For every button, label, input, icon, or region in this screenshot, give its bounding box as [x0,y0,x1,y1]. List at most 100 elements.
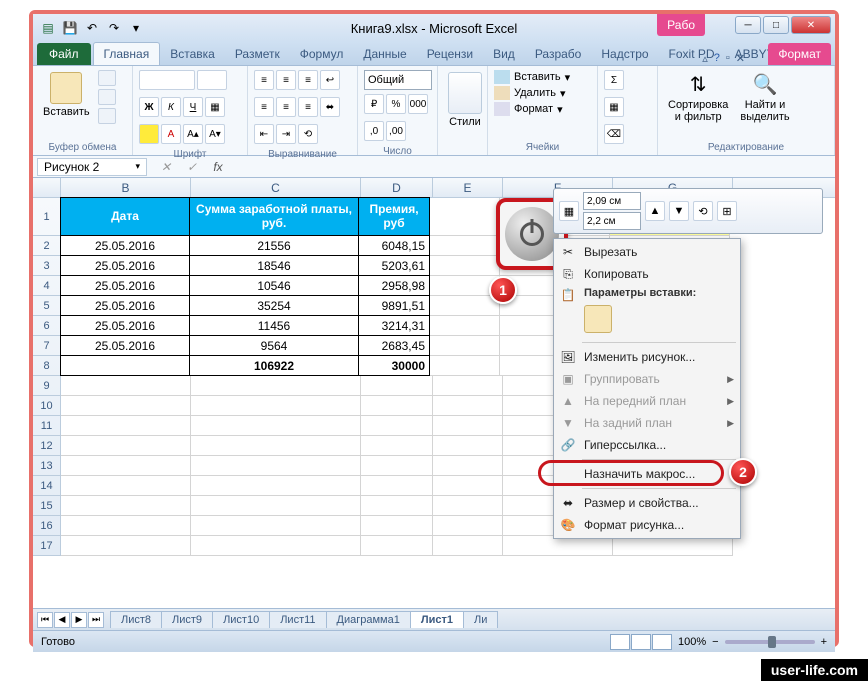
row-header[interactable]: 15 [33,496,61,516]
cell[interactable] [430,316,500,336]
rotate-icon[interactable]: ⟲ [693,201,713,221]
row-header[interactable]: 5 [33,296,61,316]
cell[interactable] [191,516,361,536]
fill-button[interactable]: ▦ [604,97,624,117]
cells-delete-button[interactable]: Удалить ▾ [494,86,570,100]
copy-icon[interactable] [98,89,116,105]
cell[interactable] [61,436,191,456]
cell-bonus[interactable]: 2958,98 [358,275,430,296]
cell-salary[interactable]: 9564 [189,335,359,356]
cell[interactable] [430,236,500,256]
paste-button[interactable]: Вставить [39,70,94,120]
shrink-font-button[interactable]: A▾ [205,124,225,144]
name-box[interactable]: Рисунок 2▾ [37,158,147,176]
row-header[interactable]: 8 [33,356,61,376]
zoom-percent[interactable]: 100% [678,636,706,648]
tab-review[interactable]: Рецензи [417,43,483,65]
font-color-button[interactable]: A [161,124,181,144]
underline-button[interactable]: Ч [183,97,203,117]
tab-format[interactable]: Формат [768,43,831,65]
zoom-slider[interactable] [725,640,815,644]
cell[interactable] [191,476,361,496]
cut-icon[interactable] [98,70,116,86]
zoom-out-button[interactable]: − [712,636,718,648]
cell[interactable] [61,496,191,516]
col-header-d[interactable]: D [361,178,433,197]
border-button[interactable]: ▦ [205,97,225,117]
cell-date[interactable]: 25.05.2016 [60,295,190,316]
cell-bonus[interactable]: 3214,31 [358,315,430,336]
sheet-tab[interactable]: Ли [463,611,498,628]
number-format-select[interactable]: Общий [364,70,432,90]
cell[interactable] [433,436,503,456]
redo-icon[interactable]: ↷ [105,19,123,37]
cell[interactable] [430,198,500,236]
align-icon-tb[interactable]: ⊞ [717,201,737,221]
cell-date[interactable]: 25.05.2016 [60,335,190,356]
cell[interactable] [61,516,191,536]
italic-button[interactable]: К [161,97,181,117]
cell-bonus[interactable]: 2683,45 [358,335,430,356]
help-icon[interactable]: ? [714,52,720,65]
row-header[interactable]: 3 [33,256,61,276]
row-header[interactable]: 12 [33,436,61,456]
row-header[interactable]: 17 [33,536,61,556]
merge-button[interactable]: ⬌ [320,97,340,117]
row-header[interactable]: 14 [33,476,61,496]
cells-insert-button[interactable]: Вставить ▾ [494,70,570,84]
view-normal-button[interactable] [610,634,630,650]
cell-date[interactable]: 25.05.2016 [60,255,190,276]
row-header[interactable]: 11 [33,416,61,436]
row-header[interactable]: 6 [33,316,61,336]
row-header[interactable]: 2 [33,236,61,256]
zoom-in-button[interactable]: + [821,636,827,648]
row-header[interactable]: 7 [33,336,61,356]
cell-salary[interactable]: 35254 [189,295,359,316]
height-spinner[interactable]: 2,2 см [583,212,641,230]
cell[interactable] [361,376,433,396]
align-bot-button[interactable]: ≡ [298,70,318,90]
align-top-button[interactable]: ≡ [254,70,274,90]
cell[interactable] [191,396,361,416]
cell-date[interactable]: 25.05.2016 [60,235,190,256]
cell[interactable] [433,496,503,516]
find-select-button[interactable]: 🔍Найти и выделить [736,70,793,125]
cell-salary[interactable]: 21556 [189,235,359,256]
col-header-c[interactable]: C [191,178,361,197]
cell[interactable] [430,336,500,356]
cell-salary[interactable]: 11456 [189,315,359,336]
sheet-tab[interactable]: Диаграмма1 [326,611,411,628]
cell-salary[interactable]: 18546 [189,255,359,276]
row-header[interactable]: 4 [33,276,61,296]
crop-icon[interactable]: ▦ [559,201,579,221]
comma-button[interactable]: 000 [408,94,428,114]
sheet-tab[interactable]: Лист10 [212,611,270,628]
cell-bonus[interactable]: 5203,61 [358,255,430,276]
tab-data[interactable]: Данные [353,43,416,65]
menu-cut[interactable]: ✂Вырезать [554,241,740,263]
sheet-tab[interactable]: Лист9 [161,611,213,628]
cell[interactable] [61,396,191,416]
sheet-nav-last[interactable]: ⏭ [88,612,104,628]
minimize-button[interactable]: ─ [735,16,761,34]
clear-button[interactable]: ⌫ [604,124,624,144]
row-header[interactable]: 9 [33,376,61,396]
bold-button[interactable]: Ж [139,97,159,117]
row-header[interactable]: 13 [33,456,61,476]
orientation-button[interactable]: ⟲ [298,124,318,144]
wrap-text-button[interactable]: ↩ [320,70,340,90]
cell[interactable] [361,456,433,476]
cell[interactable] [433,376,503,396]
cell[interactable] [61,476,191,496]
sheet-tab-active[interactable]: Лист1 [410,611,464,628]
indent-dec-button[interactable]: ⇤ [254,124,274,144]
sheet-tab[interactable]: Лист8 [110,611,162,628]
cell[interactable] [433,456,503,476]
fill-color-button[interactable] [139,124,159,144]
dec-decimal-button[interactable]: ,00 [386,121,406,141]
cancel-formula-icon[interactable]: ✕ [157,159,175,175]
cell[interactable] [191,416,361,436]
cell[interactable] [361,396,433,416]
name-box-dropdown-icon[interactable]: ▾ [135,161,140,172]
accept-formula-icon[interactable]: ✓ [183,159,201,175]
